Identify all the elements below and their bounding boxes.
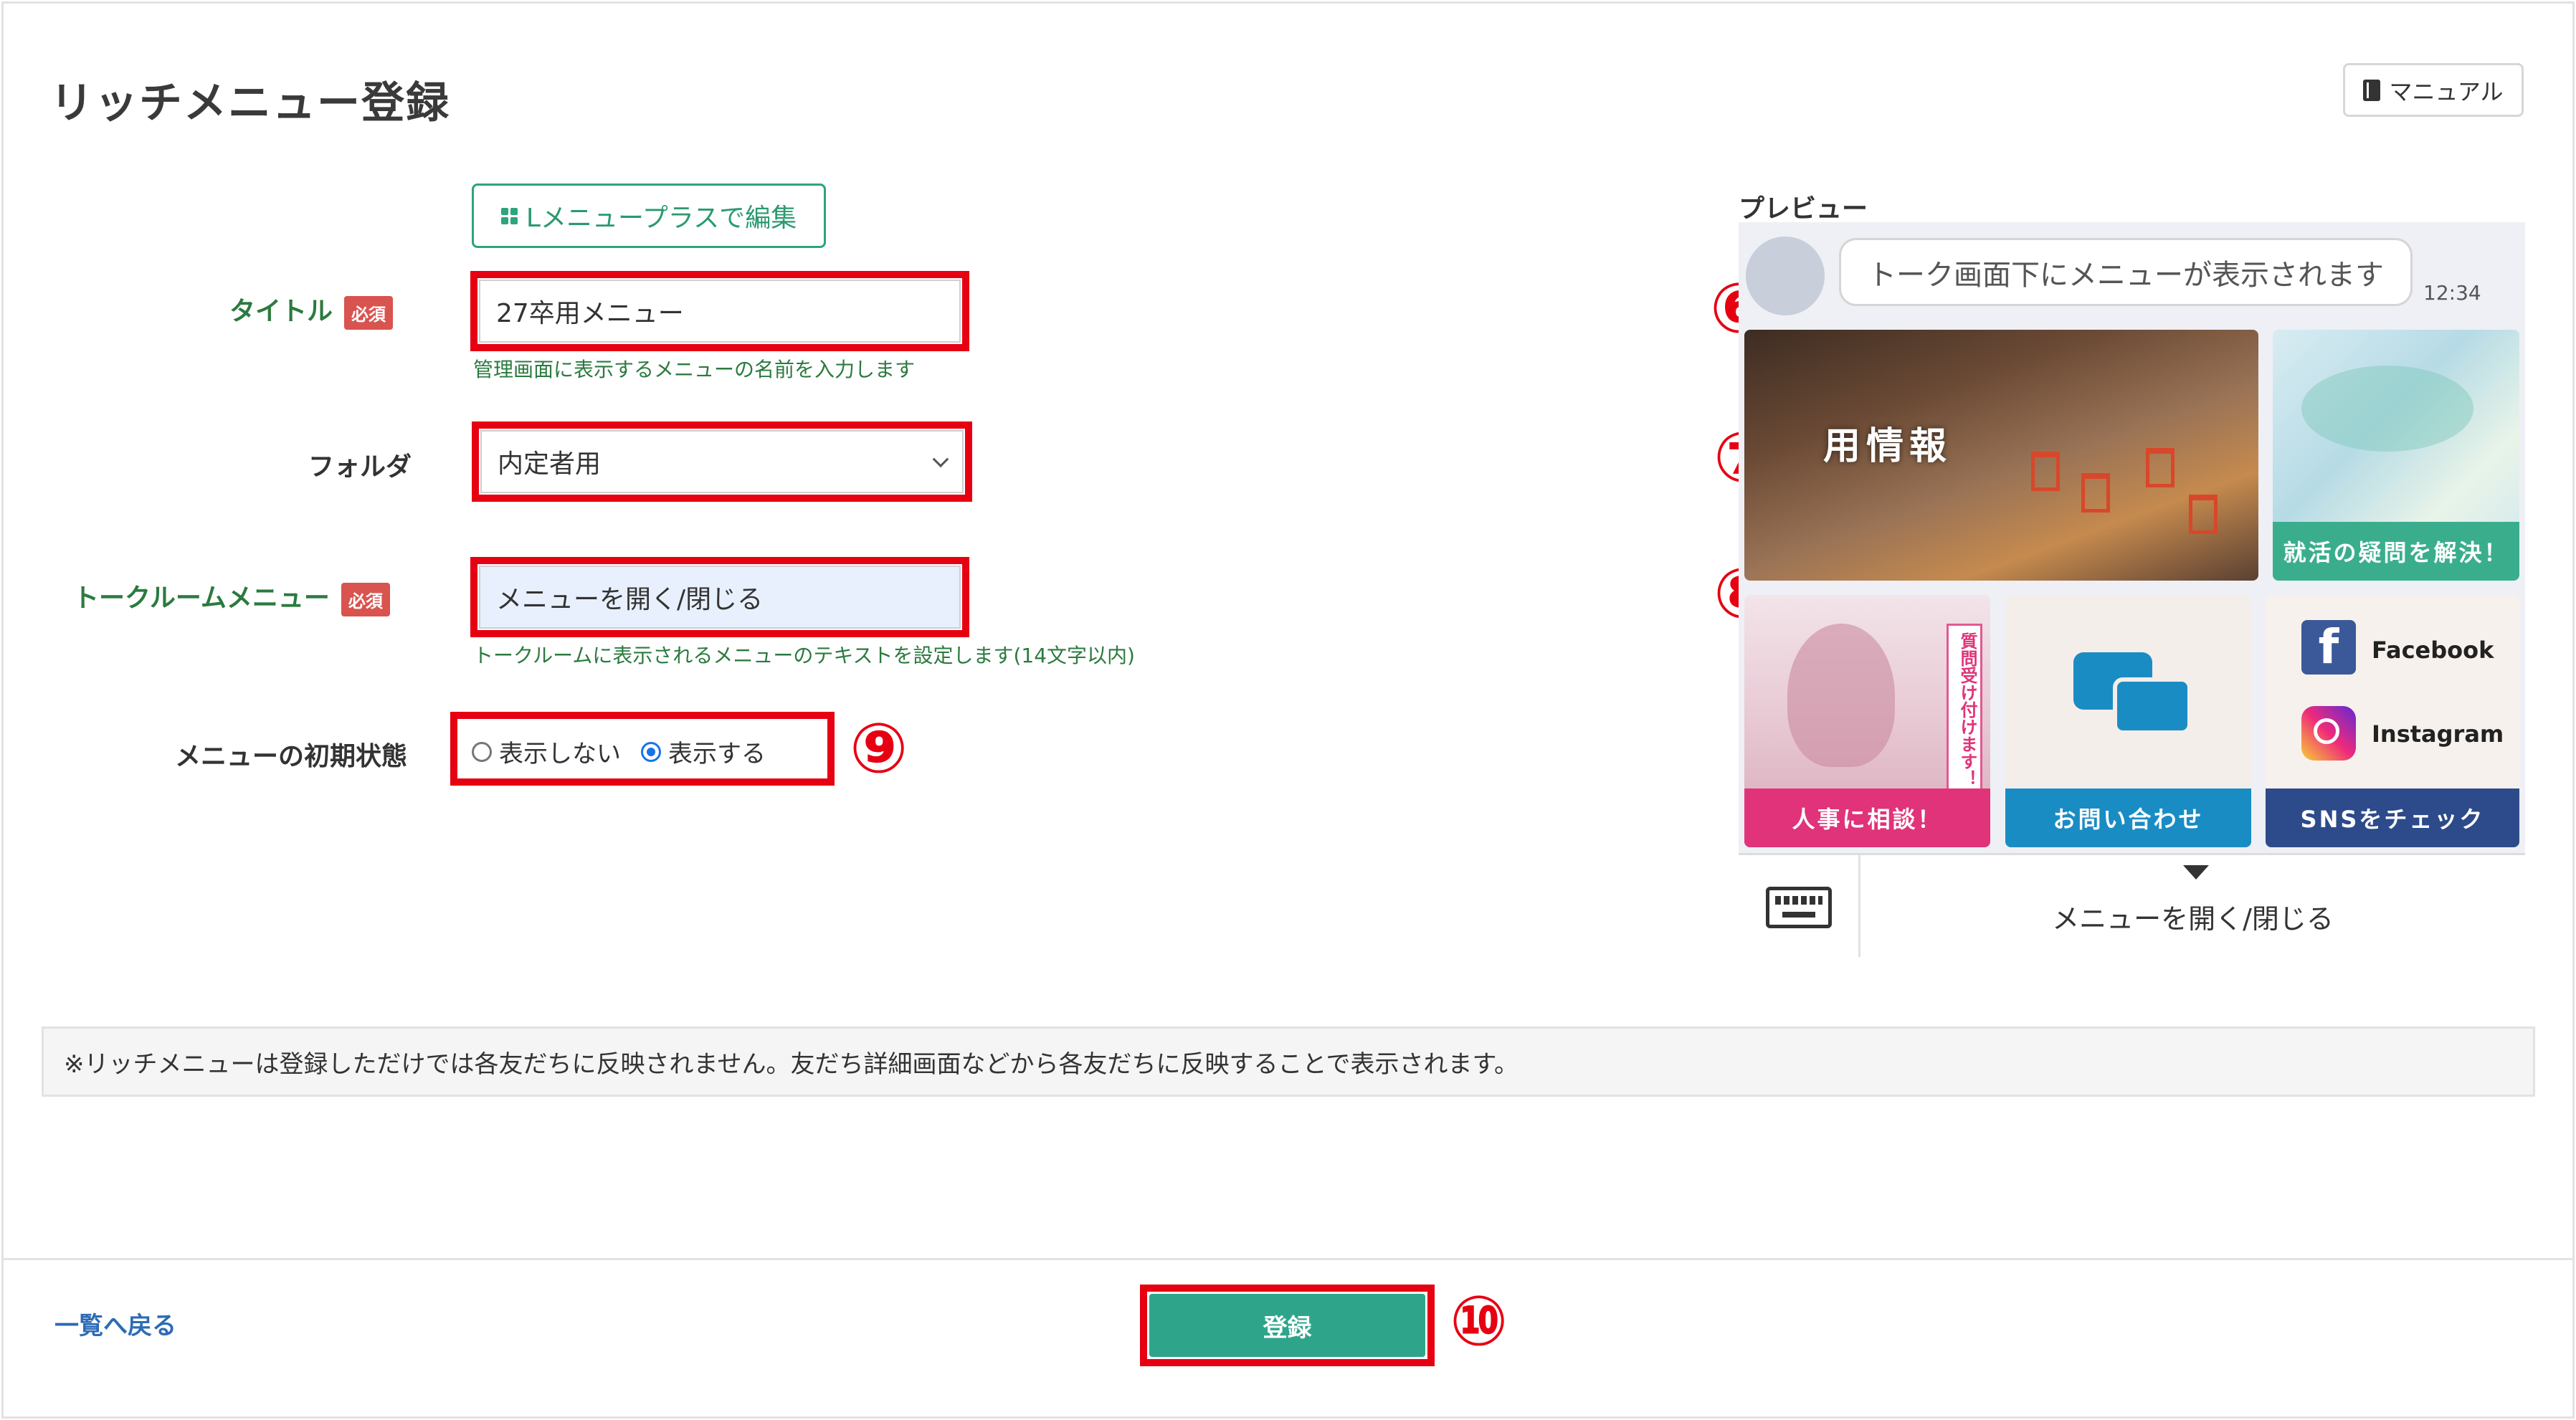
- radio-show-label[interactable]: 表示する: [668, 734, 766, 769]
- title-help-text: 管理画面に表示するメニューの名前を入力します: [473, 358, 916, 381]
- richmenu-preview: トーク画面下にメニューが表示されます 12:34 用情報 就活の疑問を解決！ 質…: [1739, 222, 2525, 957]
- menu-toggle-label[interactable]: メニューを開く/閉じる: [1860, 897, 2525, 936]
- radio-hide-label[interactable]: 表示しない: [499, 734, 621, 769]
- lmenu-plus-edit-button[interactable]: Lメニュープラスで編集: [472, 184, 826, 248]
- instagram-label: Instagram: [2372, 720, 2504, 748]
- required-badge: 必須: [341, 582, 390, 616]
- menu-bar: メニューを開く/閉じる: [1739, 853, 2525, 957]
- back-to-list-link[interactable]: 一覧へ戻る: [54, 1306, 176, 1341]
- folder-label: フォルダ: [308, 452, 412, 482]
- preview-label: プレビュー: [1739, 194, 1868, 224]
- lmenu-plus-edit-label: Lメニュープラスで編集: [526, 204, 797, 233]
- avatar: [1746, 237, 1825, 315]
- menu-tile-hr-banner: 質問受け付けます！: [1947, 624, 1982, 796]
- folder-select-value: 内定者用: [498, 449, 602, 479]
- page-title: リッチメニュー登録: [50, 78, 450, 128]
- menu-tile-sns-caption: SNSをチェック: [2266, 788, 2519, 847]
- facebook-icon: f: [2301, 619, 2356, 675]
- marker-9: ⑨: [850, 708, 908, 788]
- menu-tile-sns[interactable]: f Facebook Instagram SNSをチェック: [2266, 595, 2519, 847]
- caret-down-icon: [2183, 865, 2209, 880]
- talkroom-label-row: トークルームメニュー 必須: [73, 577, 390, 616]
- talkroom-help-text: トークルームに表示されるメニューのテキストを設定します(14文字以内): [473, 644, 1135, 667]
- menu-tile-recruit-info-text: 用情報: [1823, 425, 1953, 468]
- menu-tile-recruit-info[interactable]: 用情報: [1744, 330, 2258, 581]
- required-badge: 必須: [344, 295, 394, 330]
- footer-divider: [4, 1258, 2572, 1260]
- keyboard-icon: [1765, 886, 1832, 928]
- talkroom-menu-input[interactable]: メニューを開く/閉じる: [479, 566, 961, 629]
- book-icon: [2363, 79, 2381, 101]
- chat-time: 12:34: [2423, 281, 2481, 305]
- manual-button[interactable]: マニュアル: [2343, 63, 2524, 117]
- notice-box: ※リッチメニューは登録しただけでは各友だちに反映されません。友だち詳細画面などか…: [42, 1026, 2535, 1097]
- menu-tile-contact-caption: お問い合わせ: [2005, 788, 2251, 847]
- chat-bubble: トーク画面下にメニューが表示されます: [1839, 238, 2413, 306]
- manual-button-label: マニュアル: [2389, 77, 2504, 105]
- menu-tile-hr-caption: 人事に相談！: [1744, 788, 1990, 847]
- talkroom-menu-label: トークルームメニュー: [73, 583, 330, 613]
- marker-10: ⑩: [1450, 1281, 1508, 1361]
- title-input[interactable]: 27卒用メニュー: [479, 280, 961, 343]
- title-label: タイトル: [229, 297, 333, 326]
- initial-state-radio-group: 表示しない 表示する: [472, 734, 766, 769]
- menu-tile-hr[interactable]: 質問受け付けます！ 人事に相談！: [1744, 595, 1990, 847]
- initial-state-label: メニューの初期状態: [175, 742, 408, 771]
- radio-hide[interactable]: [472, 741, 492, 762]
- keyboard-toggle[interactable]: [1739, 855, 1860, 957]
- submit-button[interactable]: 登録: [1149, 1294, 1425, 1357]
- instagram-icon: [2301, 706, 2356, 761]
- radio-show[interactable]: [641, 741, 661, 762]
- chevron-down-icon: [932, 451, 949, 468]
- grid-icon: [500, 207, 518, 224]
- menu-tile-contact[interactable]: お問い合わせ: [2005, 595, 2251, 847]
- title-label-row: タイトル 必須: [229, 290, 394, 330]
- menu-tile-faq-caption: 就活の疑問を解決！: [2273, 522, 2519, 581]
- menu-tile-faq[interactable]: 就活の疑問を解決！: [2273, 330, 2519, 581]
- folder-select[interactable]: 内定者用: [480, 430, 964, 493]
- facebook-label: Facebook: [2372, 637, 2494, 664]
